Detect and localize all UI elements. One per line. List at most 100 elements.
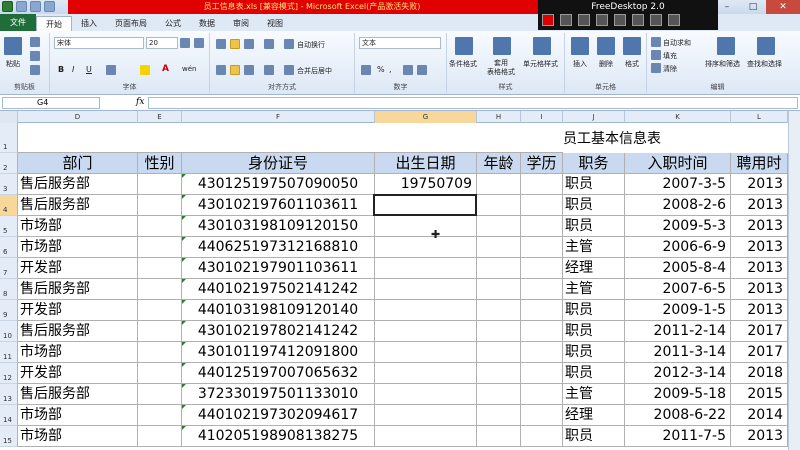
table-cell[interactable] — [521, 426, 563, 447]
select-all-button[interactable] — [0, 111, 18, 123]
table-cell[interactable]: 职员 — [563, 300, 625, 321]
tab-file[interactable]: 文件 — [0, 14, 36, 31]
cell[interactable] — [138, 123, 182, 153]
delete-cells-icon[interactable] — [597, 37, 615, 55]
cell[interactable] — [18, 123, 138, 153]
column-title-cell[interactable]: 聘用时 — [731, 153, 788, 174]
table-cell[interactable]: 售后服务部 — [18, 384, 138, 405]
row-header[interactable]: 4 — [0, 195, 18, 216]
increase-decimal-icon[interactable] — [403, 65, 413, 75]
insert-cells-label[interactable]: 插入 — [573, 59, 587, 69]
table-cell[interactable]: 2012-3-14 — [625, 363, 731, 384]
table-cell[interactable] — [521, 237, 563, 258]
table-cell[interactable] — [375, 342, 477, 363]
table-cell[interactable]: 售后服务部 — [18, 279, 138, 300]
table-cell[interactable] — [138, 363, 182, 384]
pen-icon[interactable] — [560, 14, 572, 26]
currency-icon[interactable] — [361, 65, 371, 75]
autosum-icon[interactable] — [651, 37, 661, 47]
merge-center-icon[interactable] — [284, 65, 294, 75]
table-cell[interactable] — [477, 174, 521, 195]
table-cell[interactable]: 2013 — [731, 195, 788, 216]
table-cell[interactable] — [375, 237, 477, 258]
find-select-icon[interactable] — [757, 37, 775, 55]
table-cell[interactable] — [138, 384, 182, 405]
table-cell[interactable]: 市场部 — [18, 426, 138, 447]
table-cell[interactable]: 职员 — [563, 216, 625, 237]
column-header-selected[interactable]: G — [375, 111, 477, 123]
table-cell[interactable]: 2013 — [731, 237, 788, 258]
table-cell[interactable]: 2013 — [731, 300, 788, 321]
table-cell[interactable] — [138, 321, 182, 342]
table-cell[interactable] — [138, 258, 182, 279]
table-cell[interactable]: 430103198109120150 — [182, 216, 375, 237]
tab-page-layout[interactable]: 页面布局 — [106, 16, 156, 31]
image-icon[interactable] — [650, 14, 662, 26]
table-cell[interactable] — [375, 363, 477, 384]
table-cell[interactable] — [477, 279, 521, 300]
italic-button[interactable]: I — [72, 65, 74, 74]
column-header[interactable]: E — [138, 111, 182, 123]
sort-filter-label[interactable]: 排序和筛选 — [705, 59, 740, 69]
table-cell[interactable]: 主管 — [563, 237, 625, 258]
close-icon[interactable] — [668, 14, 680, 26]
table-cell[interactable] — [477, 363, 521, 384]
row-header[interactable]: 12 — [0, 363, 18, 384]
row-header[interactable]: 6 — [0, 237, 18, 258]
shrink-font-icon[interactable] — [194, 38, 204, 48]
pen-icon[interactable] — [578, 14, 590, 26]
cell[interactable] — [182, 123, 375, 153]
table-cell[interactable] — [477, 405, 521, 426]
table-cell[interactable] — [375, 405, 477, 426]
cell-styles-label[interactable]: 单元格样式 — [523, 59, 558, 69]
column-header[interactable]: H — [477, 111, 521, 123]
table-cell[interactable]: 经理 — [563, 405, 625, 426]
align-middle-icon[interactable] — [230, 39, 240, 49]
table-cell[interactable]: 2011-2-14 — [625, 321, 731, 342]
underline-button[interactable]: U — [86, 65, 92, 74]
table-cell[interactable]: 440125197007065632 — [182, 363, 375, 384]
table-cell[interactable]: 2008-6-22 — [625, 405, 731, 426]
column-title-cell[interactable]: 身份证号 — [182, 153, 375, 174]
font-name-select[interactable]: 宋体 — [54, 37, 144, 49]
table-cell[interactable]: 430102197901103611 — [182, 258, 375, 279]
row-header[interactable]: 9 — [0, 300, 18, 321]
table-cell[interactable]: 2011-7-5 — [625, 426, 731, 447]
row-header[interactable]: 14 — [0, 405, 18, 426]
copy-icon[interactable] — [30, 51, 40, 61]
table-cell[interactable] — [521, 321, 563, 342]
table-cell[interactable]: 2013 — [731, 216, 788, 237]
table-cell[interactable] — [138, 237, 182, 258]
table-cell[interactable]: 市场部 — [18, 237, 138, 258]
table-cell[interactable] — [521, 279, 563, 300]
record-icon[interactable] — [542, 14, 554, 26]
find-select-label[interactable]: 查找和选择 — [747, 59, 782, 69]
format-as-table-label[interactable]: 套用 表格格式 — [487, 59, 515, 77]
align-top-icon[interactable] — [216, 39, 226, 49]
format-as-table-icon[interactable] — [493, 37, 511, 55]
formula-input[interactable] — [148, 97, 798, 109]
table-cell[interactable] — [477, 342, 521, 363]
format-painter-icon[interactable] — [30, 65, 40, 75]
column-header[interactable]: D — [18, 111, 138, 123]
vertical-scrollbar[interactable] — [788, 111, 800, 450]
row-header[interactable]: 1 — [0, 123, 18, 153]
table-cell[interactable]: 430125197507090050 — [182, 174, 375, 195]
table-cell[interactable]: 开发部 — [18, 363, 138, 384]
format-cells-label[interactable]: 格式 — [625, 59, 639, 69]
table-cell[interactable] — [521, 363, 563, 384]
table-cell[interactable]: 2009-5-18 — [625, 384, 731, 405]
tab-data[interactable]: 数据 — [190, 16, 224, 31]
table-cell[interactable]: 2013 — [731, 279, 788, 300]
row-header[interactable]: 10 — [0, 321, 18, 342]
clear-label[interactable]: 清除 — [663, 64, 677, 74]
table-cell[interactable] — [477, 426, 521, 447]
table-cell[interactable] — [521, 174, 563, 195]
table-cell[interactable] — [477, 258, 521, 279]
table-cell[interactable] — [375, 300, 477, 321]
decrease-decimal-icon[interactable] — [417, 65, 427, 75]
tab-view[interactable]: 视图 — [258, 16, 292, 31]
table-cell[interactable]: 440102197302094617 — [182, 405, 375, 426]
align-bottom-icon[interactable] — [244, 39, 254, 49]
cell-styles-icon[interactable] — [533, 37, 551, 55]
